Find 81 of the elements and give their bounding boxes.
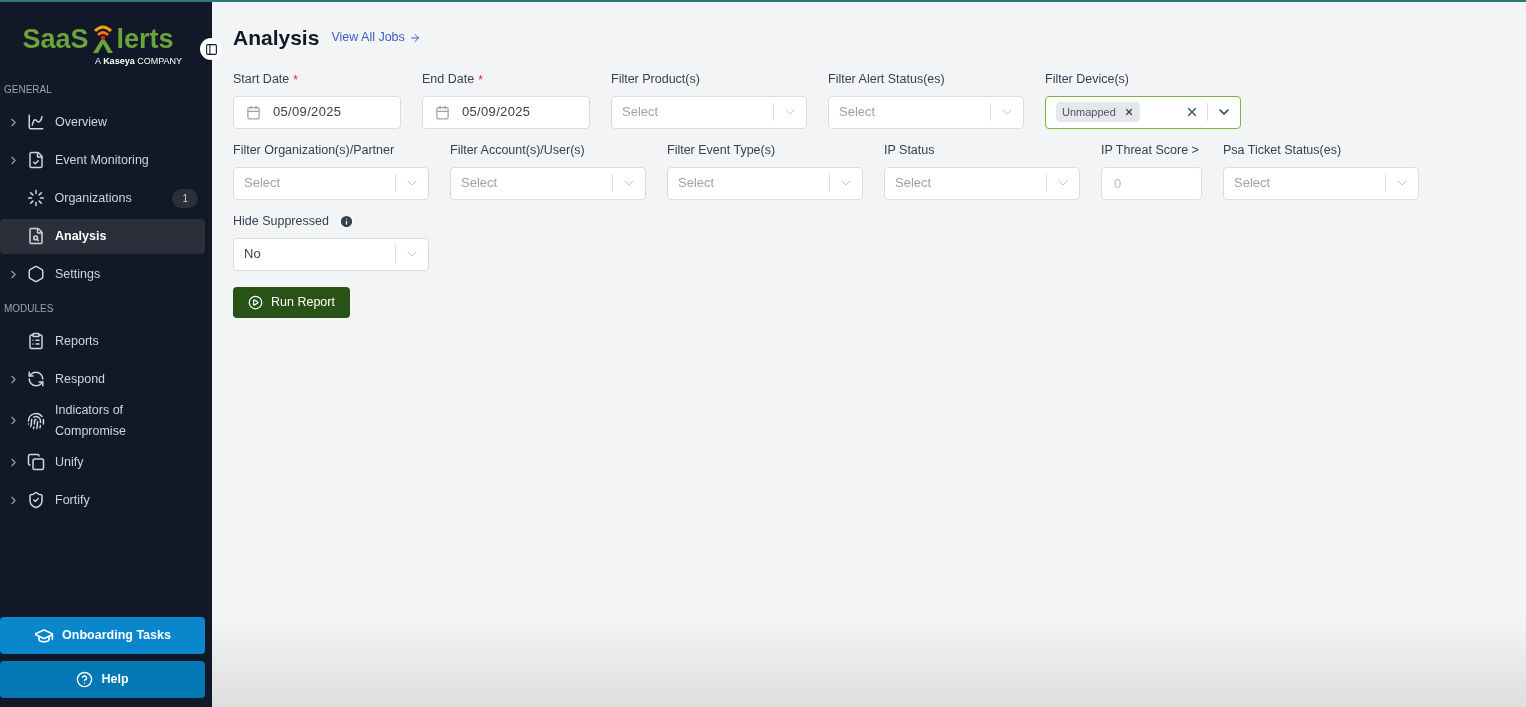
- chart-line-icon: [27, 113, 45, 131]
- info-icon[interactable]: [338, 214, 354, 229]
- select-placeholder: Select: [1234, 174, 1271, 193]
- field-label: IP Threat Score >: [1101, 142, 1199, 160]
- select-value: No: [244, 245, 261, 264]
- play-icon: [248, 294, 264, 310]
- sidebar-item[interactable]: Event Monitoring: [0, 142, 205, 178]
- field-label: Start Date: [233, 71, 290, 89]
- sidebar-item[interactable]: Fortify: [0, 482, 205, 518]
- view-all-jobs-link[interactable]: View All Jobs: [331, 28, 421, 48]
- required-mark: *: [293, 71, 298, 89]
- tag-chip: Unmapped: [1056, 101, 1140, 123]
- required-mark: *: [478, 71, 483, 89]
- logo-text: SaaS: [22, 26, 89, 54]
- select-placeholder: Select: [895, 174, 932, 193]
- select-placeholder: Select: [839, 103, 876, 122]
- sidebar-label: Unify: [55, 453, 85, 471]
- sidebar-item[interactable]: Analysis: [0, 218, 205, 254]
- clipboard-icon: [27, 332, 45, 350]
- date-field[interactable]: 05/09/2025: [422, 95, 590, 129]
- copy-icon: [27, 453, 45, 471]
- sidebar-item[interactable]: Organizations 1: [0, 180, 205, 216]
- sidebar-item[interactable]: Reports: [0, 323, 205, 359]
- select-placeholder: Select: [678, 174, 715, 193]
- field-label: Filter Product(s): [611, 71, 700, 89]
- select-placeholder: Select: [622, 103, 659, 122]
- sidebar-label: Settings: [55, 265, 102, 283]
- select-field[interactable]: No: [233, 237, 429, 271]
- number-field[interactable]: 0: [1101, 166, 1202, 200]
- help-button[interactable]: Help: [0, 661, 205, 698]
- field-label: Filter Event Type(s): [667, 142, 776, 160]
- calendar-icon: [246, 104, 261, 120]
- select-placeholder: Select: [461, 174, 498, 193]
- sidebar-label: Respond: [55, 370, 107, 388]
- document-search-icon: [27, 227, 45, 245]
- sidebar-item[interactable]: Overview: [0, 104, 205, 140]
- sidebar-label: Organizations: [54, 189, 133, 207]
- collapse-button[interactable]: [200, 38, 222, 60]
- sidebar-panel-icon: [204, 42, 218, 56]
- sidebar-label: Analysis: [55, 227, 108, 245]
- field-label: Filter Alert Status(es): [828, 71, 945, 89]
- shield-check-icon: [27, 491, 45, 509]
- date-value: 05/09/2025: [462, 103, 531, 122]
- field-label: Filter Account(s)/User(s): [450, 142, 585, 160]
- logo-text: lerts: [116, 26, 174, 54]
- sidebar-label: Fortify: [55, 491, 91, 509]
- clear-icon[interactable]: [1185, 105, 1199, 119]
- page-title: Analysis: [233, 25, 320, 51]
- sidebar-label: Event Monitoring: [55, 151, 150, 169]
- hexagon-icon: [27, 265, 45, 283]
- section-heading: GENERAL: [3, 83, 53, 97]
- onboarding-button[interactable]: Onboarding Tasks: [0, 617, 205, 654]
- fingerprint-icon: [27, 411, 45, 430]
- field-label: Psa Ticket Status(es): [1223, 142, 1342, 160]
- sidebar-item[interactable]: Indicators of Compromise: [0, 399, 205, 442]
- date-field[interactable]: 05/09/2025: [233, 95, 401, 129]
- field-label: Filter Device(s): [1045, 71, 1130, 89]
- section-heading: MODULES: [3, 302, 55, 316]
- select-field[interactable]: Unmapped: [1045, 95, 1241, 129]
- field-label: IP Status: [884, 142, 935, 160]
- document-check-icon: [27, 151, 45, 169]
- sidebar-item[interactable]: Unify: [0, 444, 205, 480]
- field-label: Hide Suppressed: [233, 213, 329, 231]
- select-placeholder: Select: [244, 174, 281, 193]
- sidebar-label: Overview: [55, 113, 109, 131]
- sidebar-item[interactable]: Settings: [0, 256, 205, 292]
- field-label: End Date: [422, 71, 475, 89]
- refresh-icon: [27, 370, 45, 388]
- logo-tagline: A Kaseya COMPANY: [95, 55, 182, 69]
- sidebar-label: Reports: [55, 332, 100, 350]
- sidebar-item[interactable]: Respond: [0, 361, 205, 397]
- help-icon: [76, 671, 94, 688]
- dotted-circle-icon: [26, 189, 45, 207]
- date-value: 05/09/2025: [273, 103, 342, 122]
- field-label: Filter Organization(s)/Partner: [233, 142, 395, 160]
- calendar-icon: [435, 104, 450, 120]
- sidebar-label: Indicators of Compromise: [55, 401, 127, 440]
- run-report-button[interactable]: Run Report: [233, 286, 350, 318]
- count-badge: 1: [172, 188, 198, 208]
- remove-icon[interactable]: [1123, 107, 1134, 117]
- arrow-right-icon: [408, 31, 421, 44]
